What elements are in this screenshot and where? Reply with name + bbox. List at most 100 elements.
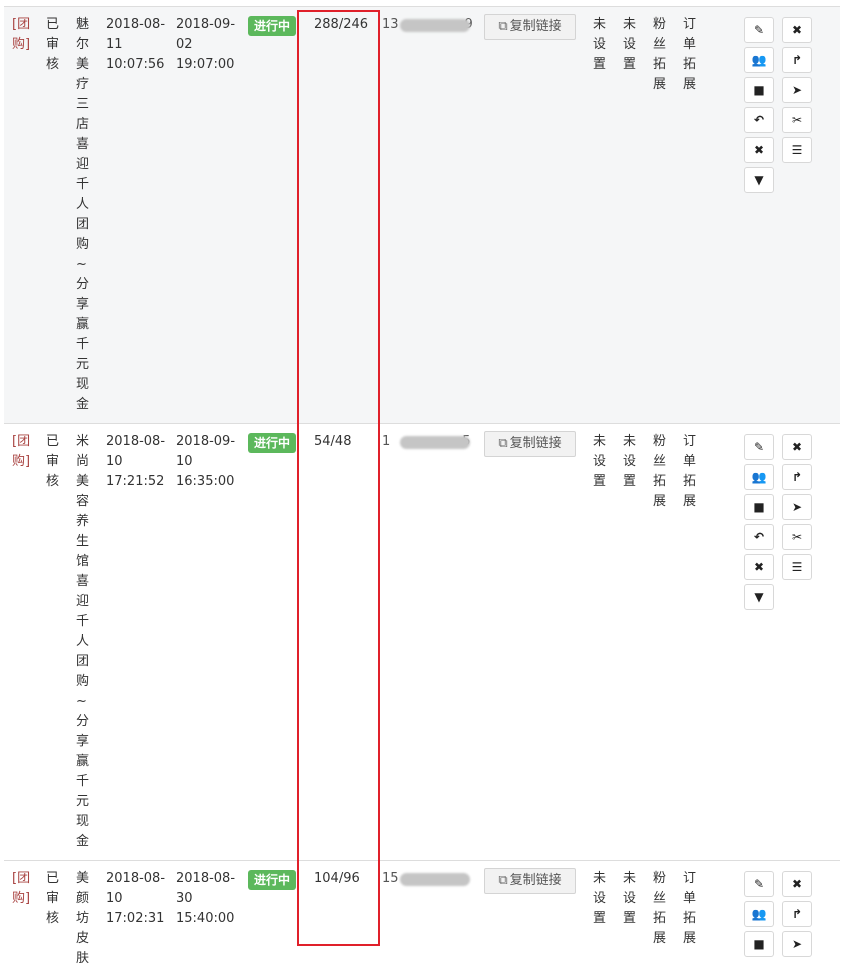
send-button[interactable]: ➤	[782, 77, 812, 103]
members-button[interactable]: 👥	[744, 47, 774, 73]
edit-icon: ✎	[753, 877, 765, 891]
members-button[interactable]: 👥	[744, 901, 774, 927]
phone-redaction	[400, 436, 470, 449]
list-button[interactable]: ☰	[782, 137, 812, 163]
close-button[interactable]: ✖	[782, 871, 812, 897]
copy-icon: ⧉	[498, 873, 508, 888]
cut-button[interactable]: ✂	[782, 107, 812, 133]
edit-button[interactable]: ✎	[744, 17, 774, 43]
edit-icon: ✎	[753, 23, 765, 37]
setting-b: 未设置	[623, 871, 637, 926]
start-time: 17:02:31	[106, 911, 165, 926]
edit-button[interactable]: ✎	[744, 871, 774, 897]
order-expand: 订单拓展	[683, 871, 697, 946]
table-row: [团购] 已审核 美颜坊皮肤 2018-08-10 17:02:31 2018-…	[4, 860, 840, 964]
start-time: 17:21:52	[106, 474, 165, 489]
filter-icon: ▼	[754, 173, 764, 187]
list-button[interactable]: ☰	[782, 554, 812, 580]
copy-link-button[interactable]: ⧉ 复制链接	[484, 431, 576, 457]
filter-button[interactable]: ▼	[744, 584, 774, 610]
share-button[interactable]: ↱	[782, 47, 812, 73]
filter-button[interactable]: ▼	[744, 167, 774, 193]
delete-button[interactable]: ✖	[744, 137, 774, 163]
order-expand: 订单拓展	[683, 17, 697, 92]
activity-title[interactable]: 魅尔美疗三店喜迎千人团购~分享赢千元现金	[76, 15, 92, 415]
close-icon: ✖	[791, 440, 803, 454]
end-time: 19:07:00	[176, 57, 235, 72]
start-datetime: 2018-08-10 17:02:31	[106, 869, 168, 929]
copy-link-button[interactable]: ⧉ 复制链接	[484, 14, 576, 40]
setting-a: 未设置	[593, 871, 607, 926]
phone-prefix: 1	[382, 434, 391, 449]
close-button[interactable]: ✖	[782, 17, 812, 43]
phone-redaction	[400, 19, 470, 32]
start-date: 2018-08-11	[106, 17, 166, 52]
send-button[interactable]: ➤	[782, 931, 812, 957]
cut-icon: ✂	[791, 530, 803, 544]
end-time: 15:40:00	[176, 911, 235, 926]
phone-prefix: 15	[382, 871, 399, 886]
delete-icon: ✖	[753, 560, 765, 574]
type-tag: [团购]	[12, 871, 31, 906]
start-date: 2018-08-10	[106, 434, 166, 469]
list-icon: ☰	[791, 143, 803, 157]
edit-icon: ✎	[753, 440, 765, 454]
status-badge: 进行中	[248, 433, 297, 453]
close-icon: ✖	[791, 877, 803, 891]
send-button[interactable]: ➤	[782, 494, 812, 520]
reply-button[interactable]: ↶	[744, 524, 774, 550]
send-icon: ➤	[791, 83, 803, 97]
copy-link-label: 复制链接	[509, 873, 562, 888]
status-badge: 进行中	[248, 870, 297, 890]
users-icon: 👥	[751, 907, 767, 921]
close-button[interactable]: ✖	[782, 434, 812, 460]
filter-icon: ▼	[754, 590, 764, 604]
activity-title[interactable]: 米尚美容养生馆喜迎千人团购~分享赢千元现金	[76, 432, 92, 852]
reply-button[interactable]: ↶	[744, 107, 774, 133]
members-button[interactable]: 👥	[744, 464, 774, 490]
share-button[interactable]: ↱	[782, 901, 812, 927]
copy-link-label: 复制链接	[509, 436, 562, 451]
stop-icon: ■	[753, 500, 765, 514]
setting-b: 未设置	[623, 434, 637, 489]
share-icon: ↱	[791, 470, 803, 484]
setting-b: 未设置	[623, 17, 637, 72]
send-icon: ➤	[791, 937, 803, 951]
delete-icon: ✖	[753, 143, 765, 157]
audit-status: 已审核	[46, 17, 60, 72]
end-time: 16:35:00	[176, 474, 235, 489]
phone-number: 139	[382, 15, 477, 35]
start-datetime: 2018-08-11 10:07:56	[106, 15, 168, 75]
phone-prefix: 13	[382, 17, 399, 32]
stop-button[interactable]: ■	[744, 931, 774, 957]
copy-link-button[interactable]: ⧉ 复制链接	[484, 868, 576, 894]
phone-redaction	[400, 873, 470, 886]
participant-count: 104/96	[314, 871, 360, 886]
delete-button[interactable]: ✖	[744, 554, 774, 580]
users-icon: 👥	[751, 53, 767, 67]
share-button[interactable]: ↱	[782, 464, 812, 490]
send-icon: ➤	[791, 500, 803, 514]
end-datetime: 2018-08-30 15:40:00	[176, 869, 238, 929]
close-icon: ✖	[791, 23, 803, 37]
start-datetime: 2018-08-10 17:21:52	[106, 432, 168, 492]
cut-button[interactable]: ✂	[782, 524, 812, 550]
activity-title[interactable]: 美颜坊皮肤	[76, 869, 92, 964]
edit-button[interactable]: ✎	[744, 434, 774, 460]
stop-icon: ■	[753, 937, 765, 951]
setting-a: 未设置	[593, 434, 607, 489]
share-icon: ↱	[791, 907, 803, 921]
stop-button[interactable]: ■	[744, 77, 774, 103]
copy-link-label: 复制链接	[509, 19, 562, 34]
copy-icon: ⧉	[498, 436, 508, 451]
stop-button[interactable]: ■	[744, 494, 774, 520]
end-date: 2018-08-30	[176, 871, 236, 906]
order-expand: 订单拓展	[683, 434, 697, 509]
phone-number: 15	[382, 432, 477, 452]
participant-count: 54/48	[314, 434, 352, 449]
table-row: [团购] 已审核 米尚美容养生馆喜迎千人团购~分享赢千元现金 2018-08-1…	[4, 423, 840, 861]
audit-status: 已审核	[46, 434, 60, 489]
end-datetime: 2018-09-02 19:07:00	[176, 15, 238, 75]
users-icon: 👥	[751, 470, 767, 484]
table-row: [团购] 已审核 魅尔美疗三店喜迎千人团购~分享赢千元现金 2018-08-11…	[4, 6, 840, 424]
